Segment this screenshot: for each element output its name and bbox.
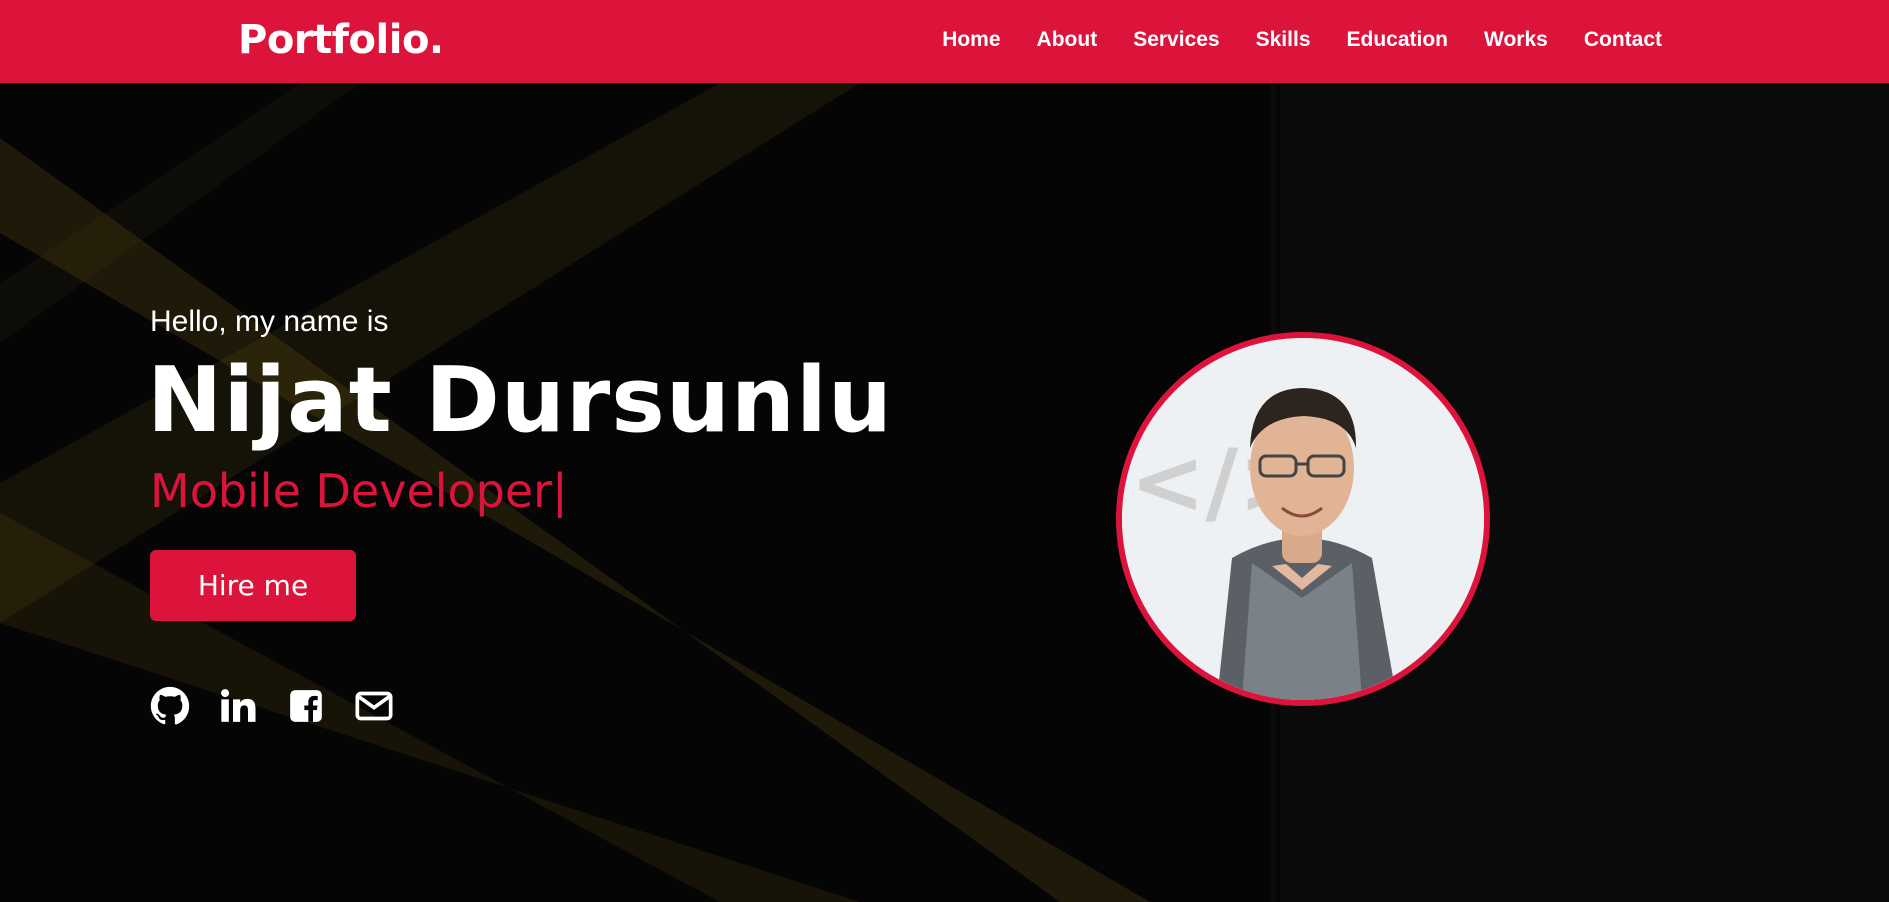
- nav-link-contact[interactable]: Contact: [1584, 28, 1662, 51]
- hero-role: Mobile Developer|: [150, 463, 568, 519]
- social-links: [150, 686, 394, 726]
- role-text: Mobile Developer: [150, 464, 553, 518]
- facebook-icon: [290, 690, 322, 722]
- logo[interactable]: Portfolio.: [238, 14, 444, 66]
- linkedin-link[interactable]: [218, 686, 258, 726]
- profile-photo-illustration: </>: [1122, 338, 1484, 700]
- facebook-link[interactable]: [286, 686, 326, 726]
- nav-link-services[interactable]: Services: [1133, 28, 1219, 51]
- nav-link-about[interactable]: About: [1037, 28, 1098, 51]
- github-link[interactable]: [150, 686, 190, 726]
- github-icon: [150, 686, 190, 725]
- navbar: Portfolio. Home About Services Skills Ed…: [0, 0, 1889, 83]
- hero-name: Nijat Dursunlu: [147, 348, 893, 453]
- nav-link-works[interactable]: Works: [1484, 28, 1548, 51]
- linkedin-icon: [221, 689, 256, 722]
- nav-link-home[interactable]: Home: [942, 28, 1000, 51]
- greeting-text: Hello, my name is: [150, 305, 389, 338]
- envelope-icon: [355, 691, 393, 721]
- nav-link-education[interactable]: Education: [1347, 28, 1449, 51]
- nav-menu: Home About Services Skills Education Wor…: [942, 0, 1662, 80]
- profile-photo: </>: [1116, 332, 1490, 706]
- email-link[interactable]: [354, 686, 394, 726]
- nav-link-skills[interactable]: Skills: [1256, 28, 1311, 51]
- typing-cursor: |: [552, 464, 568, 518]
- hire-me-button[interactable]: Hire me: [150, 550, 356, 621]
- hero-section: Hello, my name is Nijat Dursunlu Mobile …: [0, 83, 1889, 902]
